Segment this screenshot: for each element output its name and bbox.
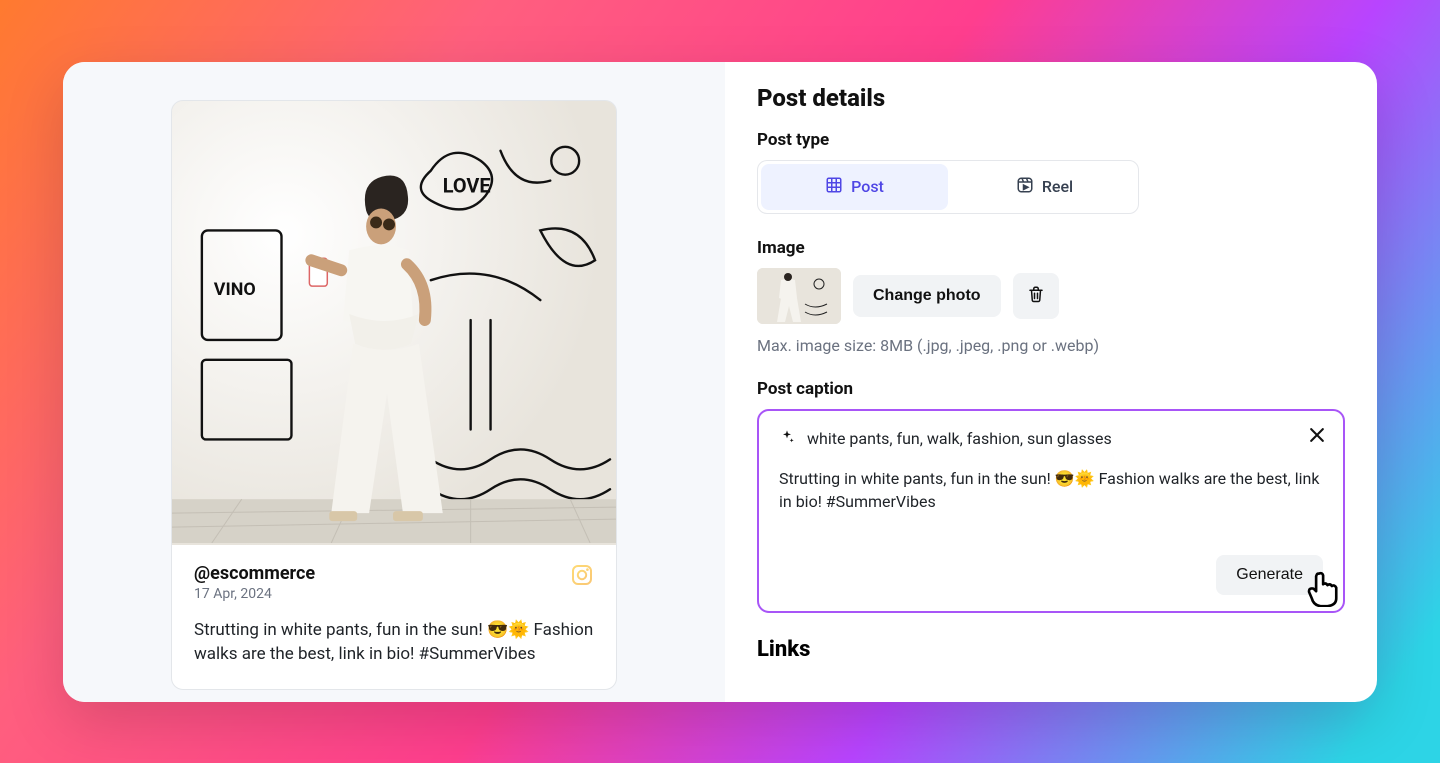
post-preview-card: LOVE VINO [171, 100, 617, 690]
caption-editor[interactable]: white pants, fun, walk, fashion, sun gla… [757, 409, 1345, 613]
post-type-segmented: Post Reel [757, 160, 1139, 214]
post-date: 17 Apr, 2024 [194, 586, 315, 602]
post-option-label: Post [851, 177, 884, 196]
svg-text:LOVE: LOVE [443, 174, 491, 197]
post-type-reel[interactable]: Reel [951, 161, 1138, 213]
preview-image: LOVE VINO [172, 101, 616, 545]
post-type-label: Post type [757, 130, 1345, 150]
section-title: Post details [757, 84, 1345, 112]
svg-text:VINO: VINO [214, 279, 256, 300]
sparkle-icon [779, 429, 795, 449]
details-pane: Post details Post type Post [725, 62, 1377, 702]
reel-icon [1016, 176, 1034, 198]
trash-icon [1027, 285, 1045, 306]
caption-tags: white pants, fun, walk, fashion, sun gla… [807, 429, 1112, 448]
caption-label: Post caption [757, 379, 1345, 399]
preview-pane: LOVE VINO [63, 62, 725, 702]
account-handle: @escommerce [194, 563, 315, 584]
preview-meta: @escommerce 17 Apr, 2024 [172, 545, 616, 689]
close-icon [1307, 430, 1327, 449]
reel-option-label: Reel [1042, 177, 1073, 196]
post-type-post[interactable]: Post [761, 164, 948, 210]
preview-illustration: LOVE VINO [172, 101, 616, 543]
grid-icon [825, 176, 843, 198]
close-tags-button[interactable] [1307, 425, 1327, 449]
generate-button[interactable]: Generate [1216, 555, 1323, 595]
image-label: Image [757, 238, 1345, 258]
app-card: LOVE VINO [63, 62, 1377, 702]
delete-image-button[interactable] [1013, 273, 1059, 319]
links-section-title: Links [757, 637, 1345, 662]
instagram-icon [570, 563, 594, 591]
preview-caption: Strutting in white pants, fun in the sun… [194, 618, 594, 667]
generated-caption[interactable]: Strutting in white pants, fun in the sun… [779, 467, 1323, 547]
image-helper-text: Max. image size: 8MB (.jpg, .jpeg, .png … [757, 336, 1345, 355]
change-photo-button[interactable]: Change photo [853, 275, 1001, 317]
image-thumbnail[interactable] [757, 268, 841, 324]
